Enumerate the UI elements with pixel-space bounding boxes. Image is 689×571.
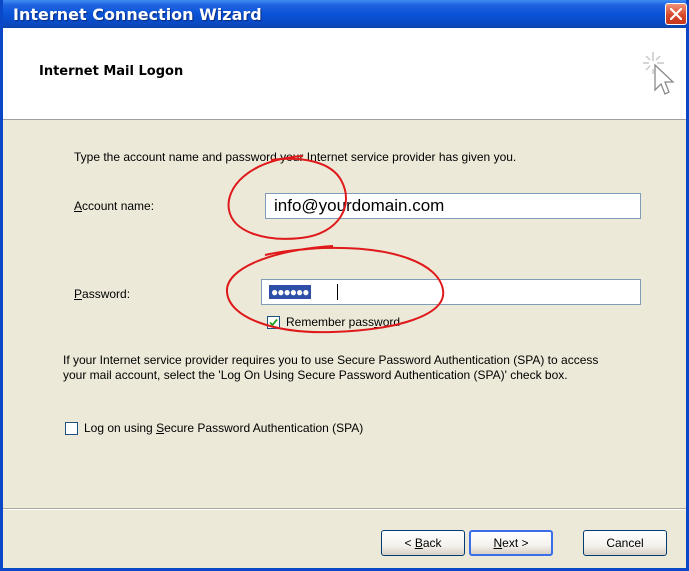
remember-password-label[interactable]: Remember password xyxy=(286,315,400,329)
wizard-cursor-icon xyxy=(643,52,675,95)
next-button[interactable]: Next > xyxy=(469,530,553,556)
header-panel: Internet Mail Logon xyxy=(3,28,686,120)
account-name-label: Account name: xyxy=(74,199,155,213)
text-caret xyxy=(337,284,338,300)
back-button[interactable]: < Back xyxy=(381,530,465,556)
password-input[interactable]: ●●●●●● xyxy=(261,279,641,305)
spa-checkbox-label[interactable]: Log on using Secure Password Authenticat… xyxy=(84,421,363,435)
remember-password-checkbox[interactable] xyxy=(267,316,280,329)
close-button[interactable] xyxy=(665,3,687,25)
intro-text: Type the account name and password your … xyxy=(74,150,517,164)
account-name-value: info@yourdomain.com xyxy=(274,196,445,215)
close-icon xyxy=(670,8,682,20)
wizard-window: Internet Connection Wizard Internet Mail… xyxy=(0,0,689,571)
account-name-input[interactable]: info@yourdomain.com xyxy=(265,193,641,219)
cancel-button[interactable]: Cancel xyxy=(583,530,667,556)
footer-divider xyxy=(3,508,686,510)
spa-description: If your Internet service provider requir… xyxy=(63,353,599,382)
window-title: Internet Connection Wizard xyxy=(13,5,262,24)
title-bar[interactable]: Internet Connection Wizard xyxy=(3,0,687,28)
password-label: Password: xyxy=(74,287,131,301)
page-title: Internet Mail Logon xyxy=(39,64,184,79)
password-mask: ●●●●●● xyxy=(269,285,311,299)
check-icon xyxy=(269,318,278,327)
spa-checkbox[interactable] xyxy=(65,422,78,435)
